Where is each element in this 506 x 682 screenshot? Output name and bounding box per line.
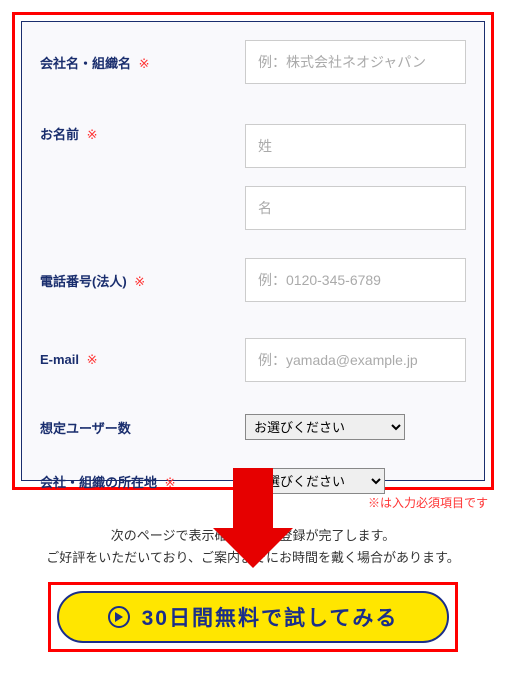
play-circle-icon <box>108 606 130 628</box>
email-input[interactable] <box>245 338 466 382</box>
label-phone: 電話番号(法人) ※ <box>40 271 235 290</box>
row-email: E-mail ※ <box>22 320 484 400</box>
label-location-text: 会社・組織の所在地 <box>40 475 157 490</box>
trial-button-label: 30日間無料で試してみる <box>142 602 399 632</box>
required-mark: ※ <box>165 475 176 490</box>
row-phone: 電話番号(法人) ※ <box>22 240 484 320</box>
arrow-down-icon <box>213 468 293 568</box>
label-users-text: 想定ユーザー数 <box>40 421 131 436</box>
label-email-text: E-mail <box>40 352 79 367</box>
label-company-text: 会社名・組織名 <box>40 56 131 71</box>
row-users: 想定ユーザー数 お選びください <box>22 400 484 454</box>
cta-highlight-box: 30日間無料で試してみる <box>48 582 458 652</box>
row-company: 会社名・組織名 ※ <box>22 22 484 102</box>
required-mark: ※ <box>87 352 98 367</box>
required-mark: ※ <box>134 274 145 289</box>
firstname-input[interactable] <box>245 186 466 230</box>
label-email: E-mail ※ <box>40 352 235 368</box>
label-phone-text: 電話番号(法人) <box>40 274 127 289</box>
required-mark: ※ <box>139 56 150 71</box>
label-location: 会社・組織の所在地 ※ <box>40 472 235 491</box>
form-container: 会社名・組織名 ※ お名前 ※ 電話番号(法人) ※ <box>21 21 485 481</box>
users-select[interactable]: お選びください <box>245 414 405 440</box>
required-note: ※は入力必須項目です <box>368 494 488 511</box>
phone-input[interactable] <box>245 258 466 302</box>
company-input[interactable] <box>245 40 466 84</box>
lastname-input[interactable] <box>245 124 466 168</box>
label-company: 会社名・組織名 ※ <box>40 53 235 72</box>
label-name: お名前 ※ <box>40 124 235 143</box>
label-name-text: お名前 <box>40 127 79 142</box>
trial-button[interactable]: 30日間無料で試してみる <box>57 591 449 643</box>
form-highlight-box: 会社名・組織名 ※ お名前 ※ 電話番号(法人) ※ <box>12 12 494 490</box>
required-mark: ※ <box>87 127 98 142</box>
row-name: お名前 ※ <box>22 102 484 240</box>
label-users: 想定ユーザー数 <box>40 418 235 437</box>
